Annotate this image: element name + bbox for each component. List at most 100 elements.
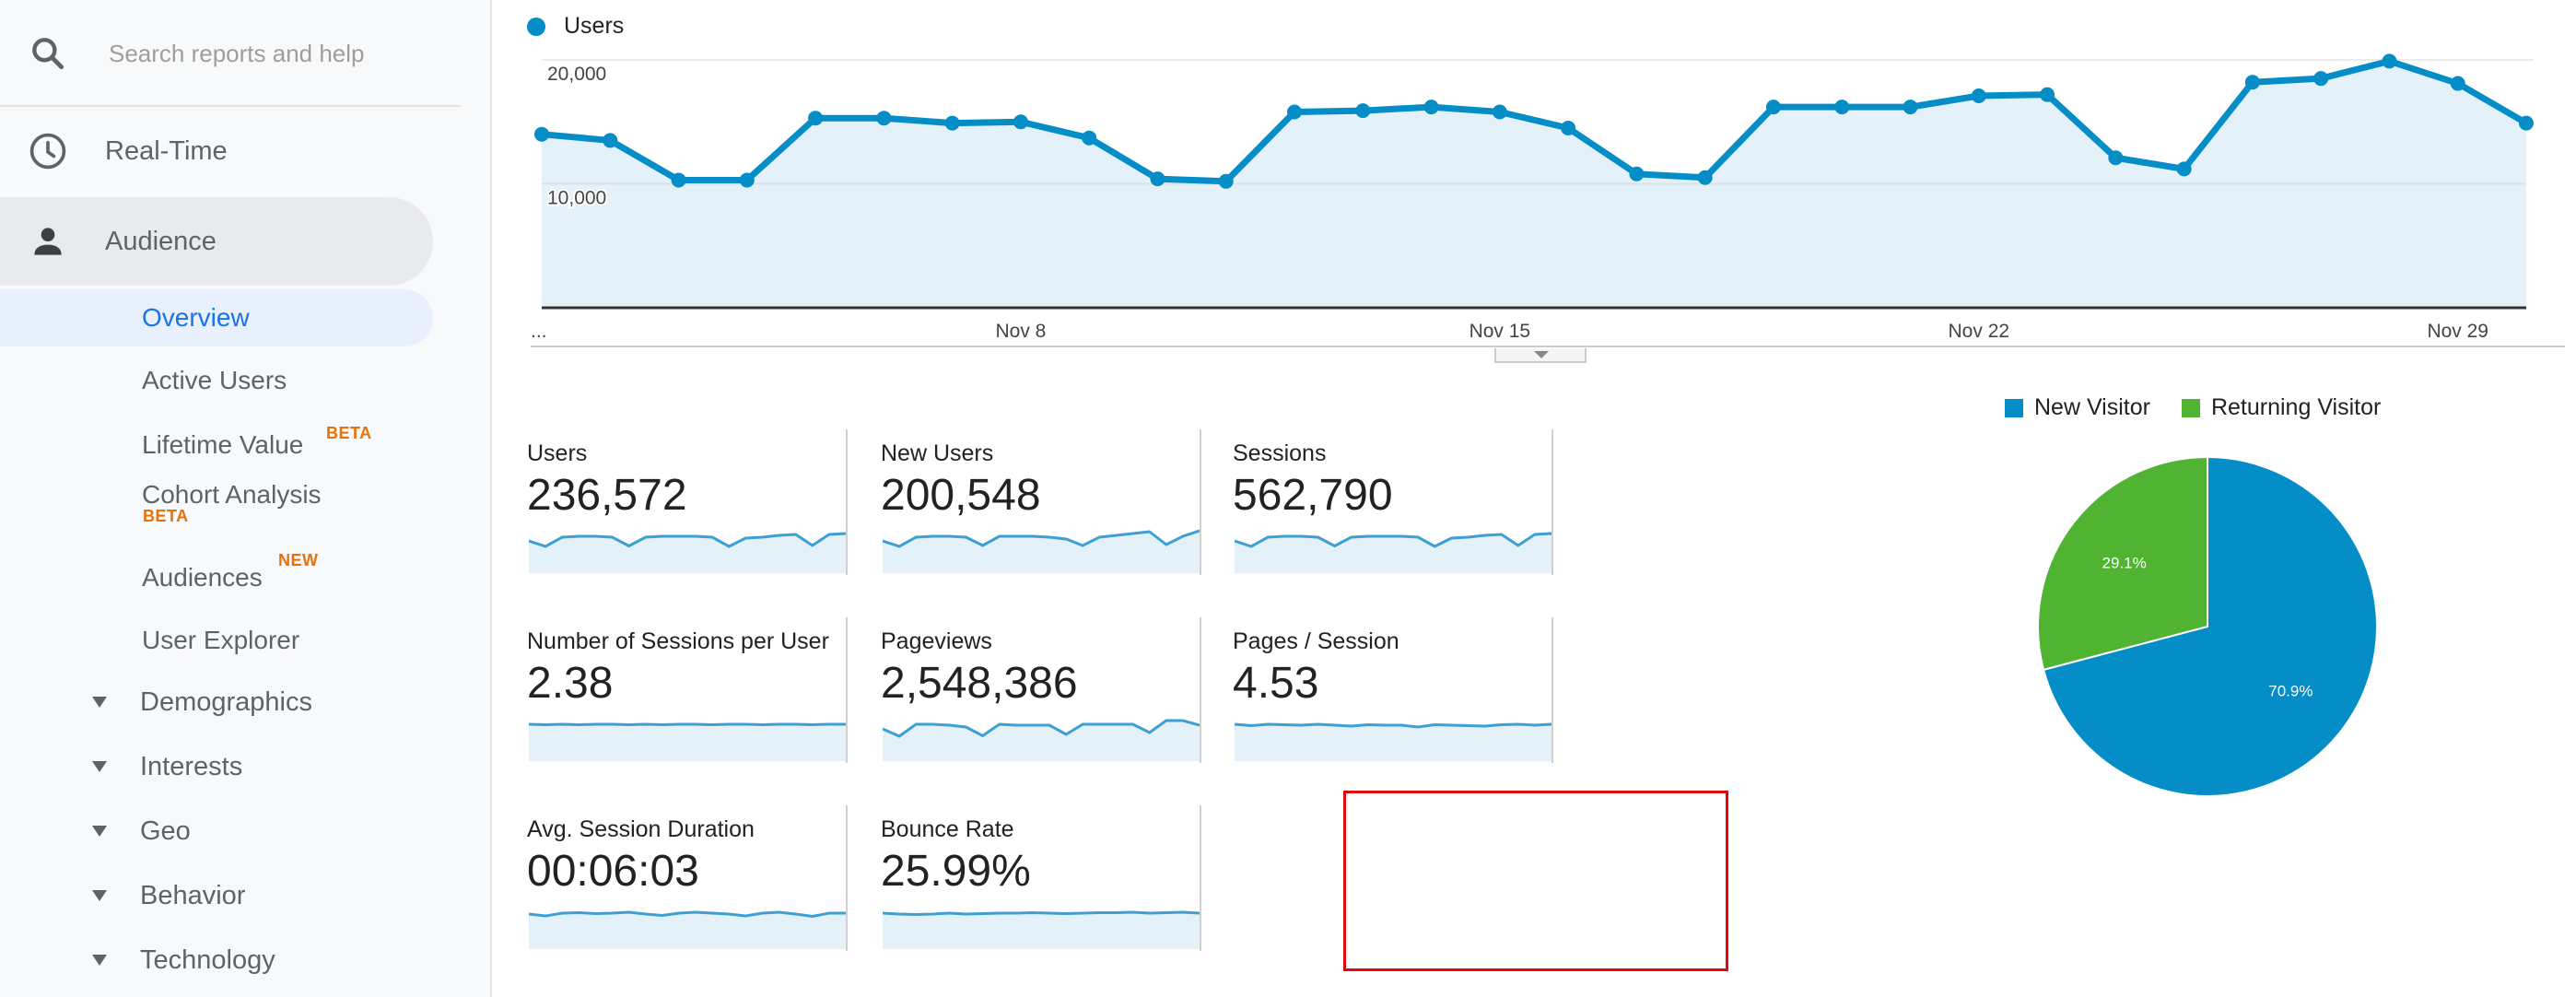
sparkline-fill (529, 534, 846, 573)
metric-tile[interactable]: Pages / Session 4.53 (1200, 617, 1553, 763)
person-icon (28, 221, 68, 262)
sparkline-fill (883, 721, 1200, 761)
sidebar-item-active-users[interactable]: Active Users (0, 352, 433, 409)
x-tick-label: Nov 8 (996, 321, 1047, 342)
metric-tile[interactable]: New Users 200,548 (848, 429, 1201, 575)
sparkline-fill (529, 724, 846, 761)
metric-value: 4.53 (1233, 659, 1319, 708)
metric-label: Number of Sessions per User (527, 628, 829, 654)
sidebar-item-label: Overview (142, 303, 250, 332)
x-tick-label: ... (531, 321, 547, 342)
sparkline (529, 532, 846, 573)
legend-label: Users (564, 13, 625, 39)
y-tick-label: 20,000 (547, 64, 606, 85)
sidebar-item-overview[interactable]: Overview (0, 289, 433, 346)
chevron-down-icon (1534, 351, 1549, 358)
sidebar-item-label: User Explorer (142, 626, 300, 654)
new-badge: NEW (278, 551, 319, 569)
data-point (1218, 173, 1234, 189)
data-point (1082, 130, 1097, 146)
sidebar-group-demographics[interactable]: Demographics (0, 674, 433, 732)
metric-tile[interactable]: Users 236,572 (494, 429, 848, 575)
data-point (739, 172, 755, 188)
sidebar-item-label: Active Users (142, 366, 287, 394)
sidebar-item-audiences[interactable]: Audiences NEW (0, 549, 433, 606)
metric-tile[interactable]: Avg. Session Duration 00:06:03 (494, 805, 848, 951)
legend-swatch (2181, 398, 2200, 417)
sidebar-group-label: Behavior (140, 881, 246, 910)
data-point (603, 133, 618, 148)
chart-legend: Users (527, 13, 624, 40)
beta-badge: BETA (143, 507, 189, 525)
sidebar-group-interests[interactable]: Interests (0, 739, 433, 796)
metric-tile[interactable]: Sessions 562,790 (1200, 429, 1553, 575)
metric-tile[interactable]: Bounce Rate 25.99% (848, 805, 1201, 951)
sparkline (1235, 722, 1551, 761)
data-point (1697, 170, 1713, 185)
sidebar-item-user-explorer[interactable]: User Explorer (0, 612, 433, 669)
sidebar-group-geo[interactable]: Geo (0, 803, 433, 861)
data-point (534, 126, 549, 142)
chart-expand-handle[interactable] (1494, 348, 1587, 363)
search-input[interactable] (109, 35, 450, 72)
sidebar-group-behavior[interactable]: Behavior (0, 868, 433, 925)
data-point (2040, 87, 2055, 102)
legend-item-returning-visitor: Returning Visitor (2181, 394, 2382, 421)
main-content: 10,000 20,000... Nov 8 Nov 15 Nov 22 Nov 29 U… (494, 0, 2576, 997)
data-point (2382, 53, 2397, 69)
legend-label: Returning Visitor (2210, 394, 2382, 420)
metric-tile[interactable]: Pageviews 2,548,386 (848, 617, 1201, 763)
sidebar-item-realtime[interactable]: Real-Time (0, 107, 461, 195)
expand-triangle-icon (92, 890, 107, 901)
data-point (671, 172, 686, 188)
data-point (2108, 150, 2124, 166)
tile-divider (1551, 429, 1553, 575)
legend-swatch (2005, 398, 2023, 417)
sidebar-item-lifetime-value[interactable]: Lifetime Value BETA (0, 416, 433, 474)
tile-divider (1200, 805, 1201, 951)
search-icon[interactable] (28, 33, 68, 74)
metric-tile[interactable]: Number of Sessions per User 2.38 (494, 617, 848, 763)
data-point (1355, 103, 1371, 119)
x-tick-label: Nov 29 (2427, 321, 2488, 342)
metric-label: Users (527, 440, 588, 466)
sidebar-item-label: Real-Time (105, 135, 228, 166)
sparkline (883, 529, 1200, 573)
sparkline-line (883, 910, 1200, 917)
data-point (1971, 88, 1986, 104)
data-point (1834, 100, 1850, 115)
sparkline-line (529, 722, 846, 727)
expand-triangle-icon (92, 955, 107, 966)
sparkline-fill (883, 912, 1200, 949)
legend-item-new-visitor: New Visitor (2005, 394, 2150, 421)
expand-triangle-icon (92, 826, 107, 837)
data-point (1150, 171, 1165, 187)
clock-icon (28, 131, 68, 171)
y-tick-label: 10,000 (547, 188, 606, 209)
legend-dot-users (527, 17, 545, 36)
beta-badge: BETA (326, 424, 372, 442)
sidebar-item-label: Cohort Analysis (142, 480, 322, 509)
data-point (2450, 76, 2465, 91)
x-tick-label: Nov 22 (1949, 321, 2010, 342)
sidebar-item-label: Audience (105, 226, 217, 256)
sidebar-item-label: Audiences (142, 563, 263, 592)
metric-value: 562,790 (1233, 471, 1393, 520)
sparkline (1235, 532, 1551, 573)
sparkline (529, 722, 846, 761)
metric-value: 2,548,386 (881, 659, 1078, 708)
data-point (1765, 100, 1781, 115)
search-row (0, 0, 461, 107)
tile-divider (1551, 617, 1553, 763)
bounce-rate-highlight-box (1343, 791, 1728, 971)
sparkline (883, 719, 1200, 761)
sidebar-group-technology[interactable]: Technology (0, 932, 433, 990)
sidebar-group-label: Demographics (140, 687, 312, 717)
sidebar-item-cohort-analysis[interactable]: Cohort Analysis BETA (0, 466, 433, 525)
sidebar-item-audience[interactable]: Audience (0, 197, 433, 286)
metric-label: Sessions (1233, 440, 1327, 466)
metric-label: Pageviews (881, 628, 992, 654)
pie-slice-label: 70.9% (2268, 683, 2313, 700)
sidebar-group-label: Geo (140, 816, 191, 846)
metric-value: 200,548 (881, 471, 1041, 520)
